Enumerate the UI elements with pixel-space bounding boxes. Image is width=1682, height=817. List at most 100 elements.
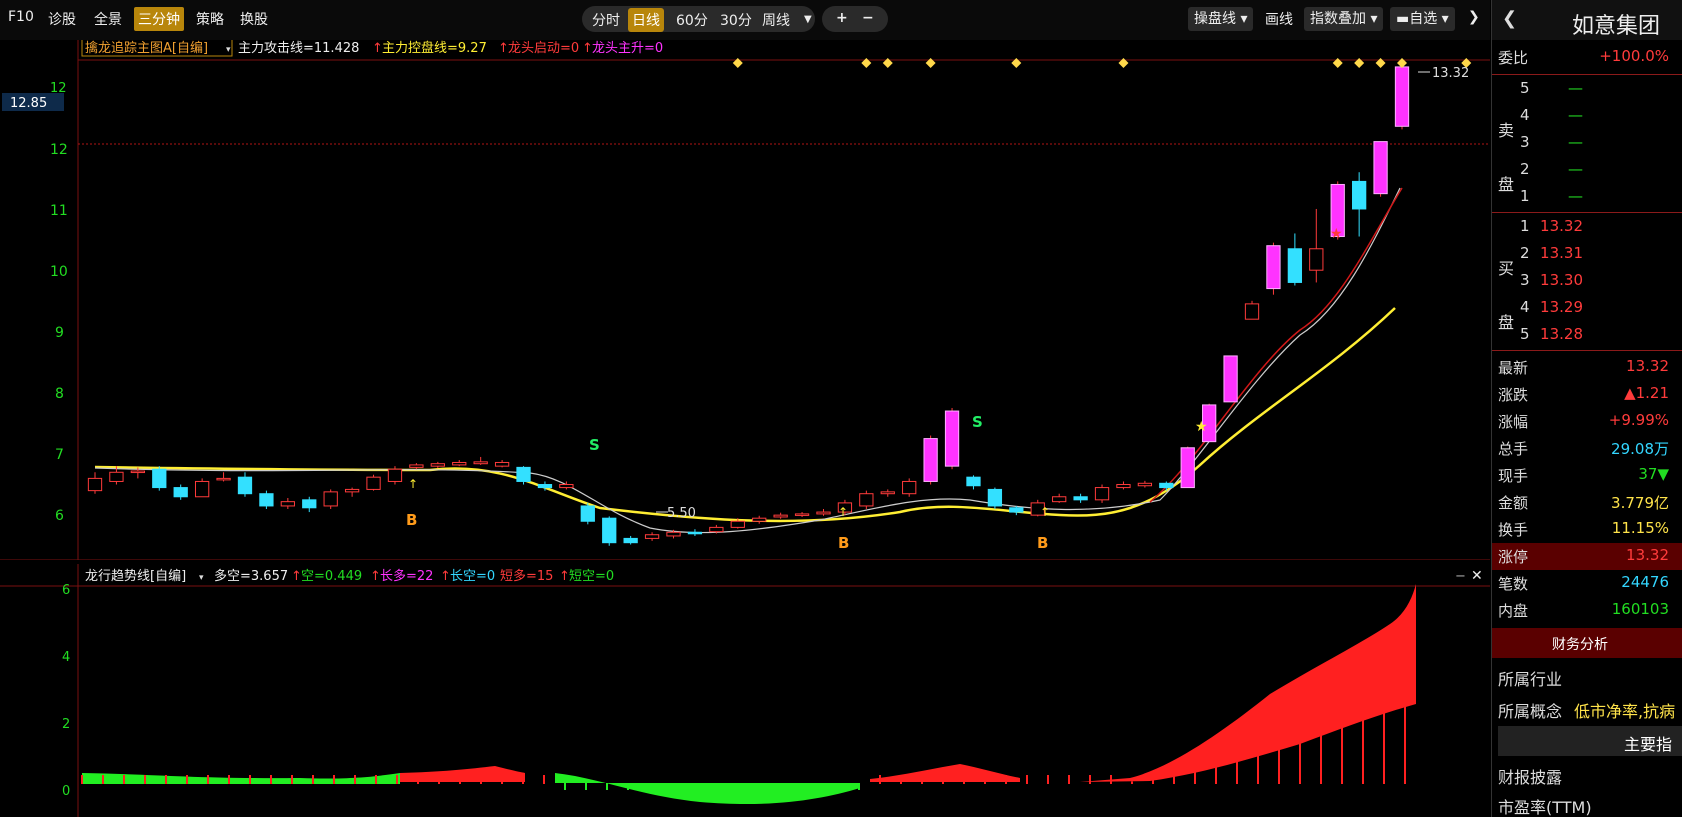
- candle-down: [623, 537, 638, 544]
- tab-weekly[interactable]: 周线: [762, 10, 790, 30]
- chevron-down-icon[interactable]: ▼: [804, 14, 812, 25]
- candle-up: [387, 468, 403, 482]
- collapse-panel-icon[interactable]: ❯: [1468, 9, 1480, 25]
- order-price: 13.31: [1540, 244, 1583, 262]
- order-price: 13.28: [1540, 325, 1583, 343]
- tab-30min[interactable]: 30分: [720, 10, 752, 30]
- finance-tab[interactable]: 财务分析: [1552, 634, 1608, 654]
- panorama-button[interactable]: 全景: [94, 9, 122, 29]
- index-overlay-label: 指数叠加: [1310, 11, 1366, 27]
- candle-up: [880, 491, 895, 495]
- candle-up: [666, 531, 681, 537]
- sell-order-row[interactable]: 4—: [1492, 103, 1682, 130]
- sub-y-tick: 2: [62, 717, 70, 732]
- y-tick: 10: [50, 264, 68, 280]
- diagnose-button[interactable]: 诊股: [48, 9, 76, 29]
- sell-order-row[interactable]: 5—: [1492, 76, 1682, 103]
- candle-down: [1352, 180, 1367, 210]
- kong-value: 空=0.449: [301, 569, 362, 584]
- quote-stat-row: 金额 3.779亿: [1492, 489, 1682, 516]
- f10-button[interactable]: F10: [8, 9, 34, 25]
- candle-up: [923, 438, 938, 482]
- candle-down: [173, 487, 188, 498]
- buy-signal-b: B: [838, 534, 849, 552]
- concept-value[interactable]: 低市净率,抗病: [1574, 698, 1675, 722]
- buy-order-row[interactable]: 2 13.31: [1492, 241, 1682, 268]
- buy-signal-b: B: [1037, 534, 1048, 552]
- candle-up: [323, 491, 338, 507]
- order-level: 2: [1520, 244, 1530, 262]
- candle-up: [1373, 141, 1388, 195]
- duokong-value: 多空=3.657: [214, 568, 288, 584]
- stat-label: 换手: [1498, 521, 1529, 539]
- maximize-icon[interactable]: −: [1455, 569, 1466, 584]
- changduo-value: 长多=22: [380, 568, 433, 584]
- order-level: 1: [1520, 187, 1530, 205]
- operation-line-button[interactable]: 操盘线 ▾: [1188, 7, 1254, 31]
- sell-order-row[interactable]: 1—: [1492, 184, 1682, 211]
- changkong-value: 长空=0: [450, 569, 495, 584]
- index-overlay-button[interactable]: 指数叠加 ▾: [1304, 7, 1384, 31]
- order-level: 1: [1520, 217, 1530, 235]
- back-chevron-icon[interactable]: ❮: [1502, 8, 1517, 29]
- zoom-out-button[interactable]: −: [862, 10, 874, 26]
- indicator-dropdown-icon[interactable]: ▾: [199, 573, 204, 583]
- draw-line-button[interactable]: 画线: [1265, 9, 1293, 29]
- candle-down: [1009, 507, 1024, 513]
- main-indicator-name[interactable]: 擒龙追踪主图A[自编]: [85, 40, 208, 56]
- tab-60min[interactable]: 60分: [676, 10, 708, 30]
- candle-up: [452, 461, 467, 466]
- control-line-value: 主力控盘线=9.27: [382, 40, 487, 56]
- candle-down: [687, 531, 703, 535]
- order-price: —: [1568, 160, 1583, 178]
- candle-up: [1052, 496, 1067, 503]
- candle-up: [1094, 487, 1110, 501]
- main-index-button[interactable]: 主要指: [1498, 726, 1682, 756]
- candle-up: [1223, 355, 1238, 403]
- main-kline-chart[interactable]: 擒龙追踪主图A[自编] ▾ 主力攻击线=11.428 ↑ 主力控盘线=9.27 …: [0, 40, 1490, 560]
- duankong-value: 短空=0: [569, 569, 614, 584]
- candle-down: [237, 476, 253, 495]
- separator: [1492, 350, 1682, 351]
- stat-value: 24476: [1621, 573, 1669, 591]
- candle-up: [1244, 303, 1260, 320]
- sell-order-row[interactable]: 2—: [1492, 157, 1682, 184]
- sub-indicator-name[interactable]: 龙行趋势线[自编]: [85, 568, 186, 584]
- quote-stat-row: 总手 29.08万: [1492, 435, 1682, 462]
- y-tick: 9: [55, 325, 64, 341]
- dragon-rise-value: 龙头主升=0: [592, 41, 663, 56]
- main-index-label: 主要指: [1624, 735, 1673, 754]
- sub-y-tick: 0: [62, 784, 70, 799]
- candle-up: [644, 534, 660, 539]
- order-price: —: [1568, 187, 1583, 205]
- three-minute-button[interactable]: 三分钟: [134, 7, 184, 31]
- close-icon[interactable]: ✕: [1471, 568, 1483, 584]
- stat-value: 13.32: [1626, 546, 1669, 564]
- buy-order-row[interactable]: 5 13.28: [1492, 322, 1682, 349]
- buy-order-row[interactable]: 1 13.32: [1492, 214, 1682, 241]
- candle-up: [87, 477, 103, 492]
- stat-value: ▲1.21: [1624, 384, 1669, 402]
- stock-name: 如意集团: [1572, 14, 1661, 39]
- order-price: —: [1568, 133, 1583, 151]
- strategy-button[interactable]: 策略: [196, 9, 224, 29]
- zoom-group: + −: [822, 6, 888, 32]
- trend-indicator-chart[interactable]: 龙行趋势线[自编] ▾ 多空=3.657 ↑ 空=0.449 ↑ 长多=22 ↑…: [0, 564, 1490, 817]
- buy-order-row[interactable]: 4 13.29: [1492, 295, 1682, 322]
- report-label: 财报披露: [1498, 768, 1563, 787]
- candle-up: [902, 480, 917, 495]
- star-icon: ★: [1195, 419, 1208, 435]
- order-level: 4: [1520, 106, 1530, 124]
- sell-order-row[interactable]: 3—: [1492, 130, 1682, 157]
- watchlist-button[interactable]: ▬自选 ▾: [1390, 7, 1455, 31]
- buy-order-row[interactable]: 3 13.30: [1492, 268, 1682, 295]
- switch-stock-button[interactable]: 换股: [240, 9, 268, 29]
- indicator-dropdown-icon[interactable]: ▾: [226, 45, 231, 55]
- candle-down: [537, 484, 553, 489]
- tab-daily[interactable]: 日线: [628, 8, 664, 32]
- zoom-in-button[interactable]: +: [836, 10, 848, 26]
- tab-intraday[interactable]: 分时: [592, 10, 620, 30]
- order-price: 13.32: [1540, 217, 1583, 235]
- quote-stat-row: 笔数 24476: [1492, 570, 1682, 597]
- candle-up: [816, 511, 831, 515]
